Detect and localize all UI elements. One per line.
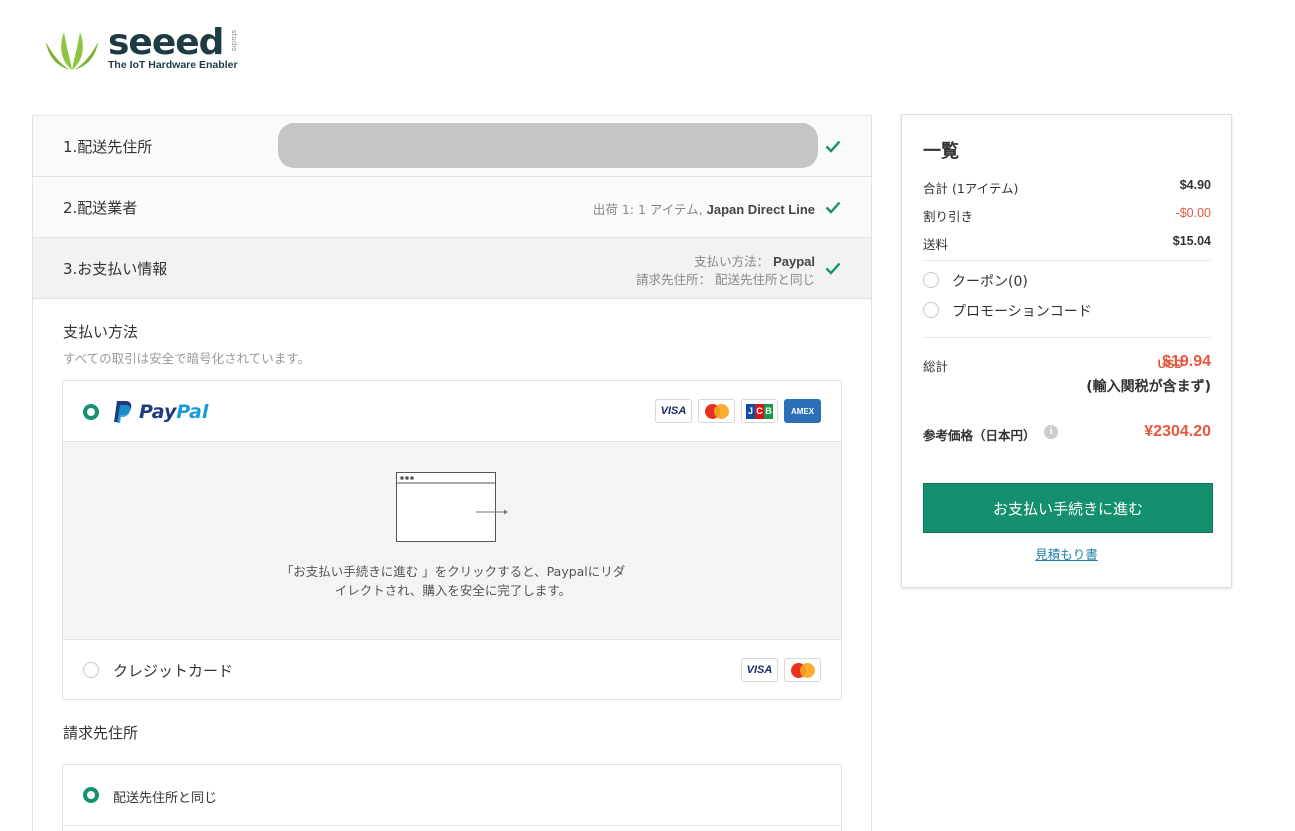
credit-card-label: クレジットカード — [113, 662, 234, 680]
reference-price-label: 参考価格（日本円） — [923, 428, 1036, 443]
info-icon[interactable]: i — [1044, 425, 1058, 439]
checkout-panel: 1.配送先住所 2.配送業者 出荷 1: 1 アイテム, Japan Direc… — [32, 115, 872, 831]
promo-code-radio[interactable] — [923, 302, 939, 318]
credit-card-radio[interactable] — [83, 662, 99, 678]
check-icon — [825, 201, 841, 214]
billing-address-info: 請求先住所： 配送先住所と同じ — [636, 272, 815, 287]
shipping-row: 送料 $15.04 — [923, 234, 1211, 252]
payment-method-heading: 支払い方法 — [63, 323, 139, 341]
total-value: $19.94 — [1162, 353, 1211, 370]
divider — [923, 260, 1211, 261]
payment-method-info: 支払い方法： Paypal — [694, 254, 815, 269]
coupon-radio[interactable] — [923, 272, 939, 288]
billing-options: 配送先住所と同じ — [62, 764, 842, 831]
discount-row: 割り引き -$0.00 — [923, 206, 1211, 224]
step-shipping-address[interactable]: 1.配送先住所 — [33, 116, 871, 177]
step-carrier[interactable]: 2.配送業者 出荷 1: 1 アイテム, Japan Direct Line — [33, 177, 871, 238]
subtotal-row: 合計 (1アイテム) $4.90 — [923, 178, 1211, 196]
mastercard-icon — [698, 399, 735, 423]
subtotal-label: 合計 (1アイテム) — [923, 181, 1019, 196]
paypal-logo: PayPal — [113, 399, 208, 425]
amex-icon: AMEX — [784, 399, 821, 423]
promo-code-label: プロモーションコード — [952, 304, 1092, 320]
seeed-logo[interactable]: seeed studio The IoT Hardware Enabler — [44, 22, 244, 74]
paypal-radio[interactable] — [83, 404, 99, 420]
brand-sub: studio — [230, 30, 238, 52]
payment-secure-note: すべての取引は安全で暗号化されています。 — [63, 351, 311, 366]
step-title: 2.配送業者 — [63, 199, 138, 217]
divider — [923, 337, 1211, 338]
step-title: 3.お支払い情報 — [63, 260, 168, 278]
payment-options: PayPal VISA JCB AMEX 「お支払い手続きに進む 」をクリックす… — [62, 380, 842, 700]
billing-address-heading: 請求先住所 — [63, 724, 139, 742]
step-title: 1.配送先住所 — [63, 138, 153, 156]
total-duty-note: (輸入関税が含まず) — [1086, 379, 1211, 395]
jcb-icon: JCB — [741, 399, 778, 423]
check-icon — [825, 140, 841, 153]
brand-tagline: The IoT Hardware Enabler — [108, 59, 238, 71]
proceed-to-payment-button[interactable]: お支払い手続きに進む — [923, 483, 1213, 533]
visa-icon: VISA — [655, 399, 692, 423]
subtotal-value: $4.90 — [1179, 178, 1211, 192]
carrier-info: 出荷 1: 1 アイテム, Japan Direct Line — [592, 202, 815, 217]
brand-wordmark: seeed — [108, 22, 224, 63]
billing-same-radio[interactable] — [83, 787, 99, 803]
seeed-leaf-icon — [46, 32, 98, 70]
credit-card-logos: VISA — [741, 658, 821, 682]
address-redacted — [278, 123, 818, 168]
paypal-option[interactable]: PayPal VISA JCB AMEX — [63, 381, 841, 442]
credit-card-option[interactable]: クレジットカード VISA — [63, 639, 841, 699]
visa-icon: VISA — [741, 658, 778, 682]
quotation-link[interactable]: 見積もり書 — [902, 544, 1231, 563]
paypal-p-icon — [114, 401, 132, 423]
billing-same-label: 配送先住所と同じ — [113, 791, 218, 806]
paypal-card-logos: VISA JCB AMEX — [655, 399, 821, 423]
redirect-text: 「お支払い手続きに進む 」をクリックすると、Paypalにリダ イレクトされ、購… — [280, 564, 626, 598]
summary-title: 一覧 — [923, 141, 959, 162]
coupon-label: クーポン(0) — [952, 274, 1028, 290]
step-payment-info[interactable]: 3.お支払い情報 支払い方法： Paypal 請求先住所： 配送先住所と同じ — [33, 238, 871, 299]
check-icon — [825, 262, 841, 275]
shipping-label: 送料 — [923, 237, 949, 252]
mastercard-icon — [784, 658, 821, 682]
reference-price-value: ¥2304.20 — [1144, 423, 1211, 440]
browser-redirect-icon — [396, 472, 508, 542]
paypal-redirect-panel: 「お支払い手続きに進む 」をクリックすると、Paypalにリダ イレクトされ、購… — [63, 442, 841, 639]
order-summary: 一覧 合計 (1アイテム) $4.90 割り引き -$0.00 送料 $15.0… — [901, 114, 1232, 588]
shipping-value: $15.04 — [1172, 234, 1211, 248]
total-label: 総計 — [923, 359, 949, 374]
discount-value: -$0.00 — [1175, 206, 1211, 220]
billing-same-option[interactable]: 配送先住所と同じ — [63, 765, 841, 826]
discount-label: 割り引き — [923, 209, 974, 224]
